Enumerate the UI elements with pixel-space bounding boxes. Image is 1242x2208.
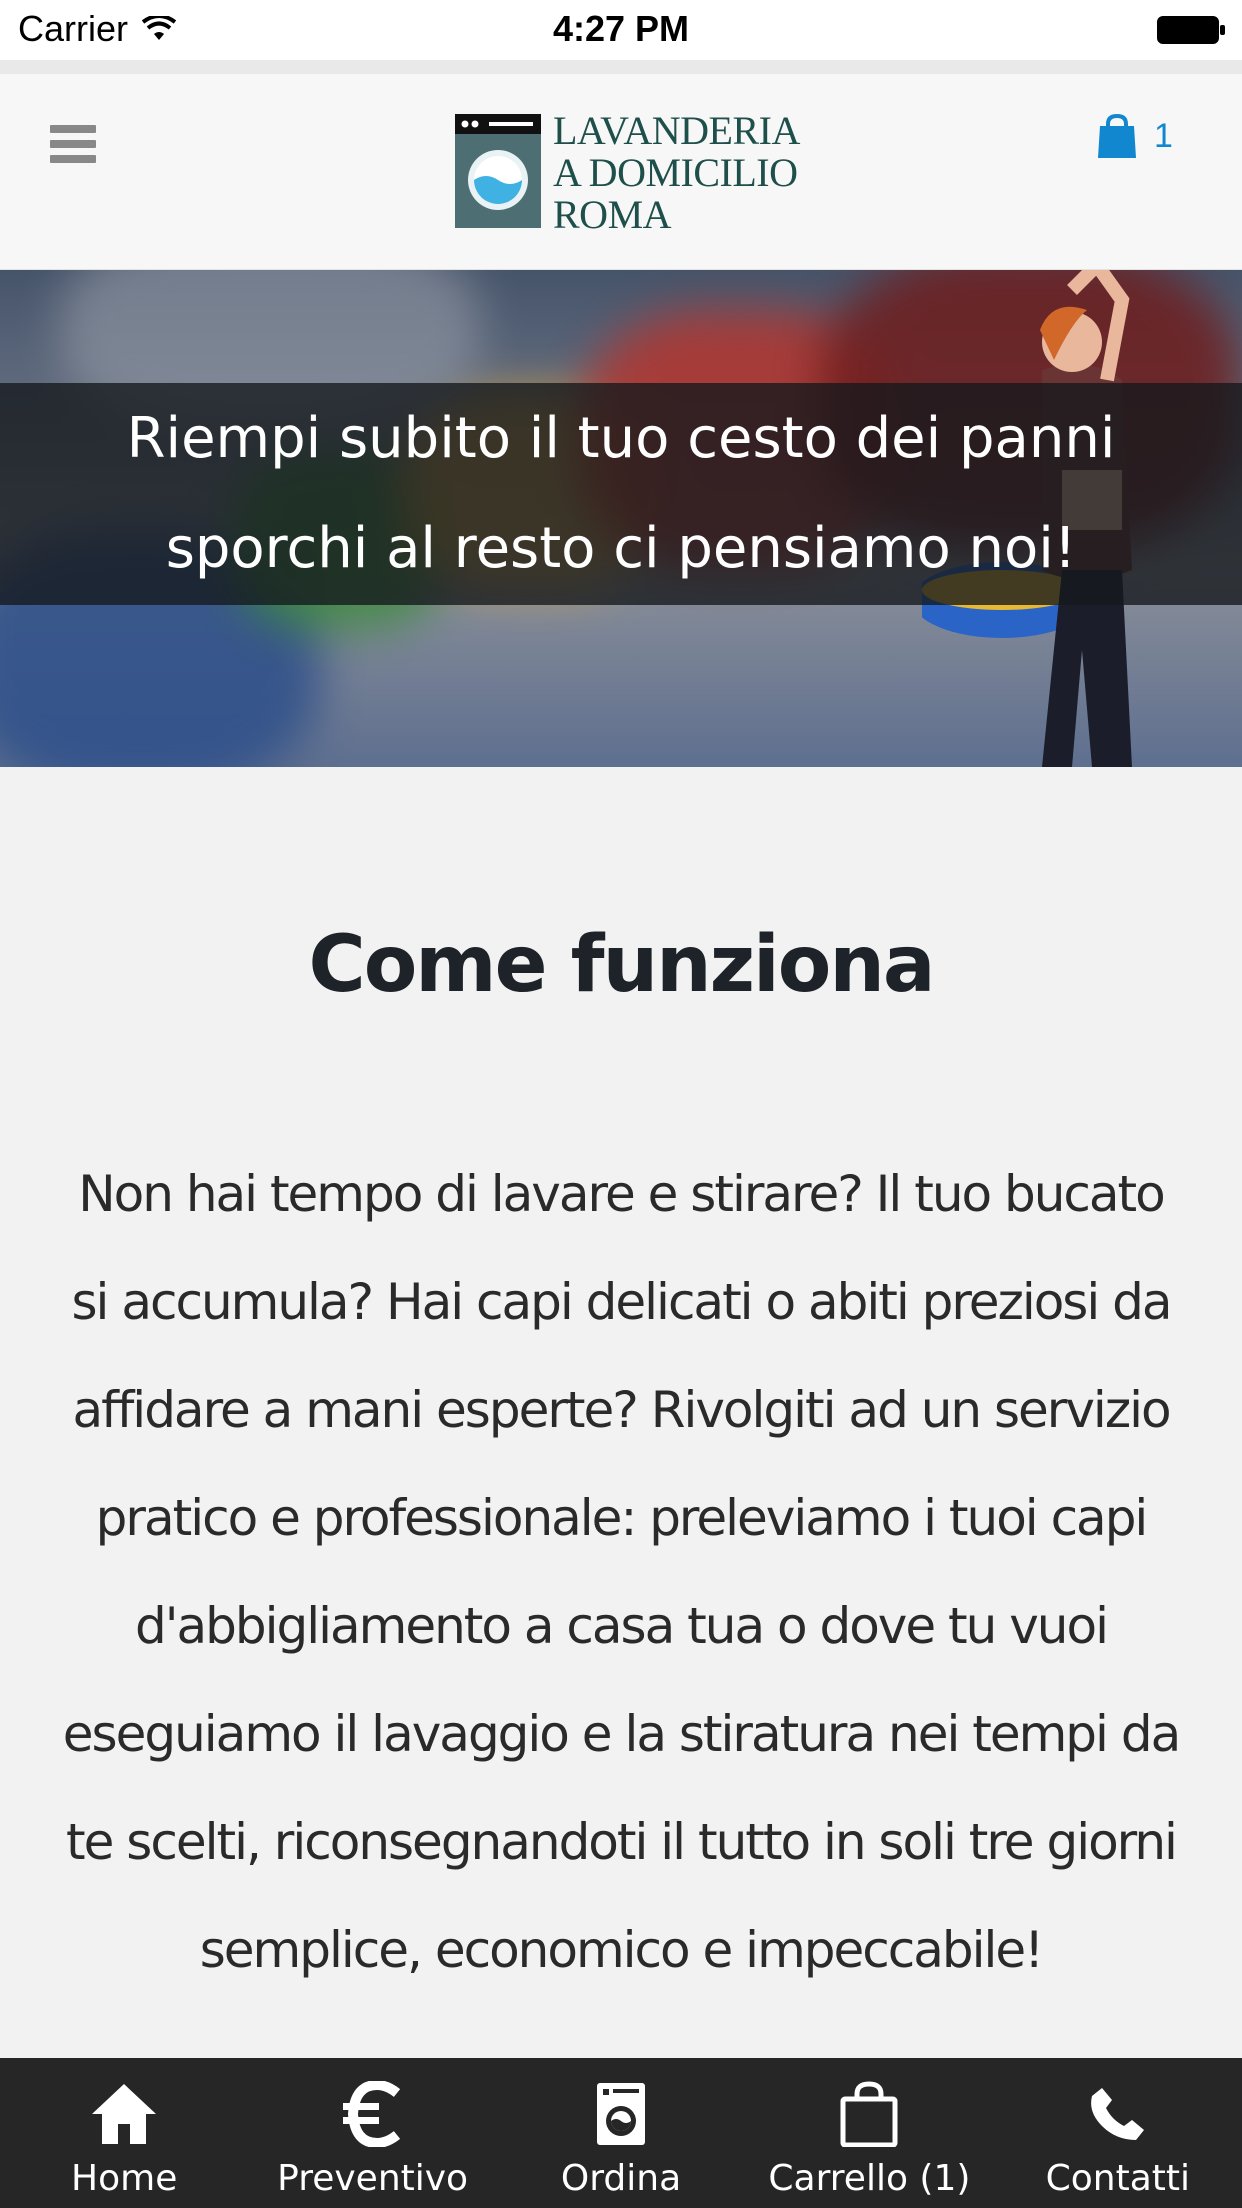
hero-caption-text: Riempi subito il tuo cesto dei panni spo…: [126, 406, 1116, 581]
washing-machine-icon: [585, 2078, 657, 2150]
tab-carrello[interactable]: Carrello (1): [745, 2058, 993, 2208]
status-time: 4:27 PM: [552, 8, 690, 49]
logo[interactable]: LAVANDERIA A DOMICILIO ROMA: [455, 110, 800, 236]
logo-text: LAVANDERIA A DOMICILIO ROMA: [553, 110, 800, 236]
section-body: Non hai tempo di lavare e stirare? Il tu…: [62, 1165, 1181, 1979]
tab-home[interactable]: Home: [0, 2058, 248, 2208]
shopping-bag-icon: [1098, 114, 1136, 158]
tab-carrello-label: Carrello (1): [768, 2158, 971, 2199]
logo-line-1: LAVANDERIA: [553, 108, 800, 153]
hamburger-menu-icon[interactable]: [50, 119, 100, 169]
tab-ordina-label: Ordina: [560, 2158, 682, 2199]
hero-banner: Riempi subito il tuo cesto dei panni spo…: [0, 270, 1242, 767]
cart-count: 1: [1154, 116, 1173, 155]
tab-home-label: Home: [71, 2158, 178, 2199]
logo-line-2: A DOMICILIO: [553, 150, 798, 195]
app-header: LAVANDERIA A DOMICILIO ROMA 1: [0, 74, 1242, 270]
hero-caption: Riempi subito il tuo cesto dei panni spo…: [0, 383, 1242, 605]
shopping-bag-outline-icon: [833, 2078, 905, 2150]
tab-contatti-label: Contatti: [1045, 2158, 1191, 2199]
header-cart-button[interactable]: 1: [1096, 114, 1173, 158]
section-title: Come funziona: [308, 920, 935, 1010]
home-icon: [88, 2078, 160, 2150]
bottom-tab-bar: Home Preventivo Ordina Carrello (1) Cont…: [0, 2058, 1242, 2208]
logo-line-3: ROMA: [553, 192, 672, 237]
tab-preventivo[interactable]: Preventivo: [248, 2058, 496, 2208]
tab-preventivo-label: Preventivo: [277, 2158, 469, 2199]
status-bar: Carrier 4:27 PM: [0, 0, 1242, 60]
phone-icon: [1082, 2078, 1154, 2150]
tab-ordina[interactable]: Ordina: [497, 2058, 745, 2208]
battery-icon: [1157, 16, 1225, 44]
euro-icon: [337, 2078, 409, 2150]
washing-machine-logo-icon: [455, 114, 541, 228]
status-divider: [0, 60, 1242, 74]
tab-contatti[interactable]: Contatti: [994, 2058, 1242, 2208]
